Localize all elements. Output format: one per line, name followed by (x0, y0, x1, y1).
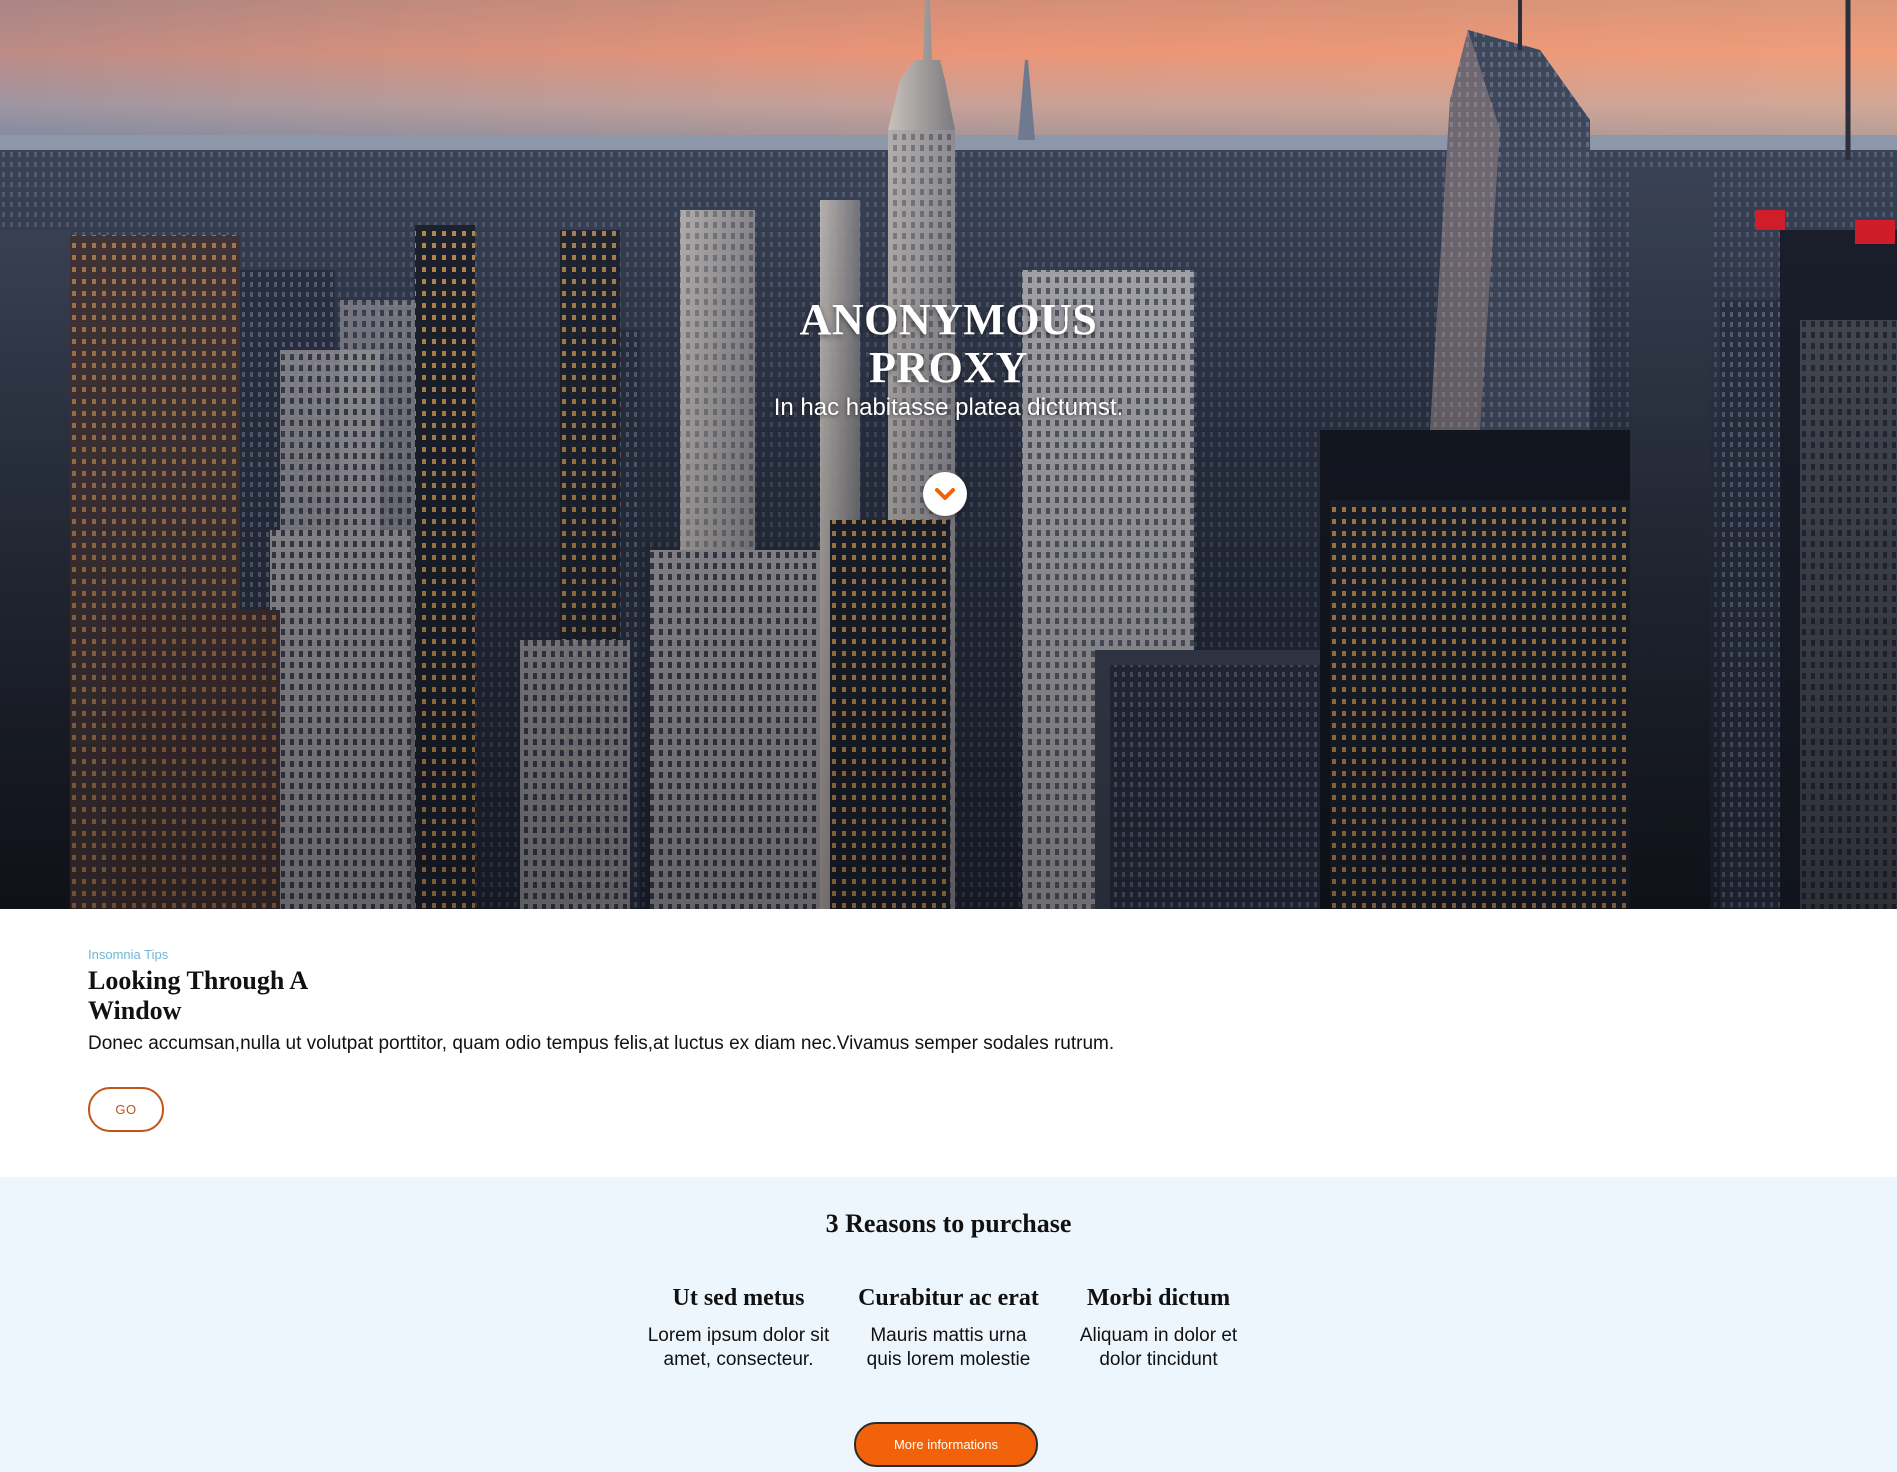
hero-title: ANONYMOUS PROXY (799, 295, 1098, 392)
reason-heading: Morbi dictum (1086, 1285, 1231, 1311)
reason-text: Aliquam in dolor et dolor tincidunt (1079, 1325, 1238, 1370)
reason-heading: Curabitur ac erat (858, 1285, 1039, 1311)
reason-text: Mauris mattis urna quis lorem molestie (866, 1325, 1031, 1370)
article-section: Insomnia Tips Looking Through A Window D… (0, 909, 1897, 1177)
article-title: Looking Through A Window (88, 966, 307, 1025)
reason-heading: Ut sed metus (672, 1285, 805, 1311)
reasons-title: 3 Reasons to purchase (825, 1209, 1072, 1238)
more-informations-button[interactable]: More informations (854, 1422, 1038, 1467)
hero-subtitle: In hac habitasse platea dictumst. (773, 394, 1124, 421)
hero-section: ANONYMOUS PROXY In hac habitasse platea … (0, 0, 1897, 909)
scroll-down-button[interactable] (923, 472, 967, 516)
chevron-down-icon (935, 488, 955, 500)
reason-item: Ut sed metus Lorem ipsum dolor sit amet,… (634, 1283, 844, 1372)
reason-text: Lorem ipsum dolor sit amet, consecteur. (647, 1325, 830, 1370)
reason-item: Curabitur ac erat Mauris mattis urna qui… (844, 1283, 1054, 1372)
article-category: Insomnia Tips (88, 947, 169, 962)
article-text: Donec accumsan,nulla ut volutpat porttit… (88, 1033, 1115, 1054)
hero-content: ANONYMOUS PROXY In hac habitasse platea … (0, 296, 1897, 422)
reasons-section: 3 Reasons to purchase Ut sed metus Lorem… (0, 1177, 1897, 1472)
hero-background-image (0, 0, 1897, 909)
reasons-list: Ut sed metus Lorem ipsum dolor sit amet,… (0, 1283, 1897, 1372)
reason-item: Morbi dictum Aliquam in dolor et dolor t… (1054, 1283, 1264, 1372)
go-button[interactable]: GO (88, 1087, 164, 1132)
